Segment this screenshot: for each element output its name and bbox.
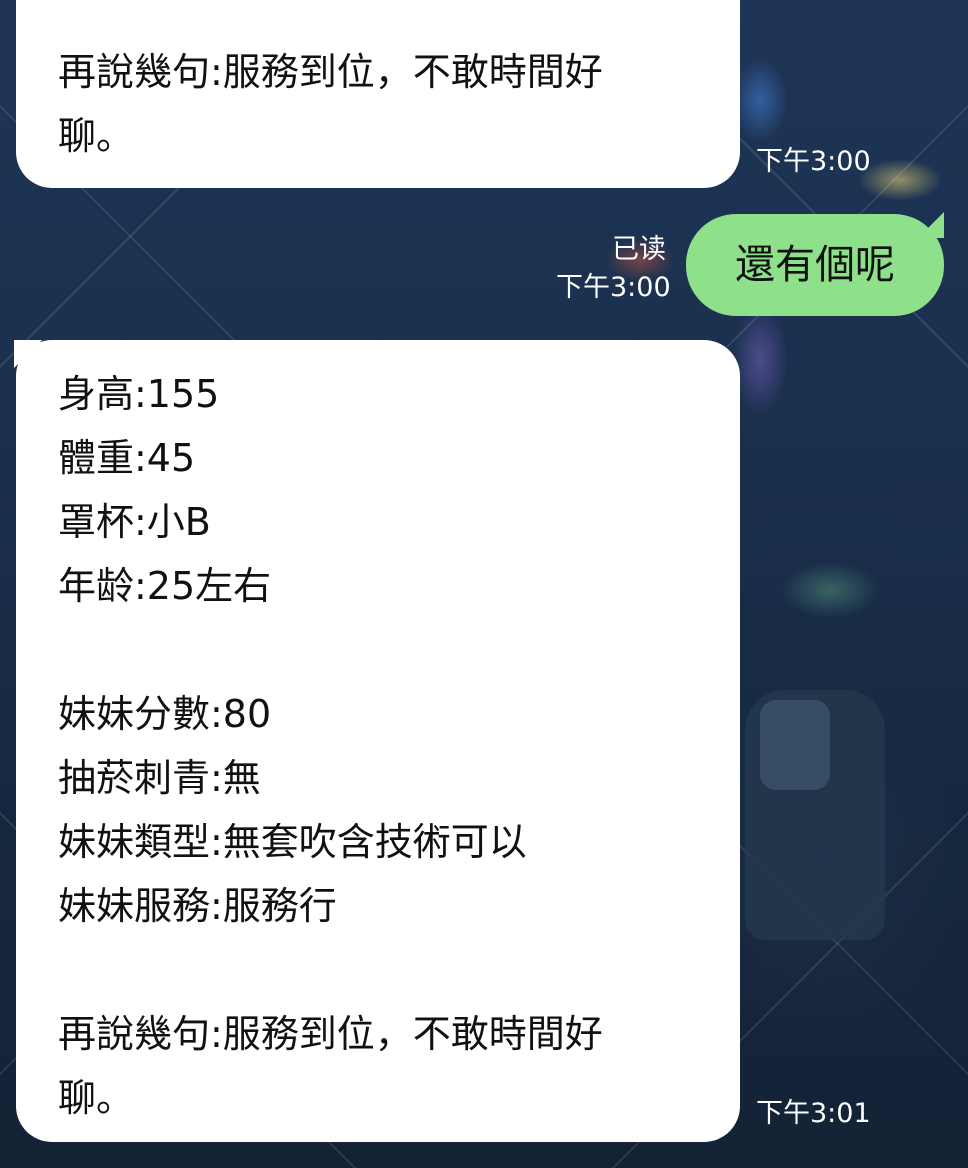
message-line: 抽菸刺青:無 [58, 756, 261, 800]
message-line: 年龄:25左右 [58, 564, 272, 608]
outgoing-message-bubble[interactable]: 還有個呢 [686, 214, 944, 316]
message-line: 罩杯:小B [58, 500, 211, 544]
message-line: 聊。 [58, 114, 135, 158]
incoming-message-bubble[interactable]: 再說幾句:服務到位，不敢時間好 聊。 [16, 0, 740, 188]
incoming-message-bubble[interactable]: 身高:155 體重:45 罩杯:小B 年龄:25左右 妹妹分數:80 抽菸刺青:… [16, 340, 740, 1142]
message-line: 再說幾句:服務到位，不敢時間好 [58, 50, 603, 94]
message-line: 再說幾句:服務到位，不敢時間好 [58, 1012, 603, 1056]
message-timestamp: 下午3:00 [756, 146, 871, 177]
message-timestamp: 下午3:00 [556, 272, 671, 303]
message-line: 體重:45 [58, 436, 196, 480]
background-car-window [760, 700, 830, 790]
message-line: 聊。 [58, 1076, 135, 1120]
message-timestamp: 下午3:01 [756, 1098, 871, 1129]
message-line: 妹妹分數:80 [58, 692, 272, 736]
message-line: 身高:155 [58, 372, 220, 416]
read-status: 已读 [612, 234, 666, 265]
message-line: 妹妹服務:服務行 [58, 884, 337, 928]
message-line: 妹妹類型:無套吹含技術可以 [58, 820, 527, 864]
